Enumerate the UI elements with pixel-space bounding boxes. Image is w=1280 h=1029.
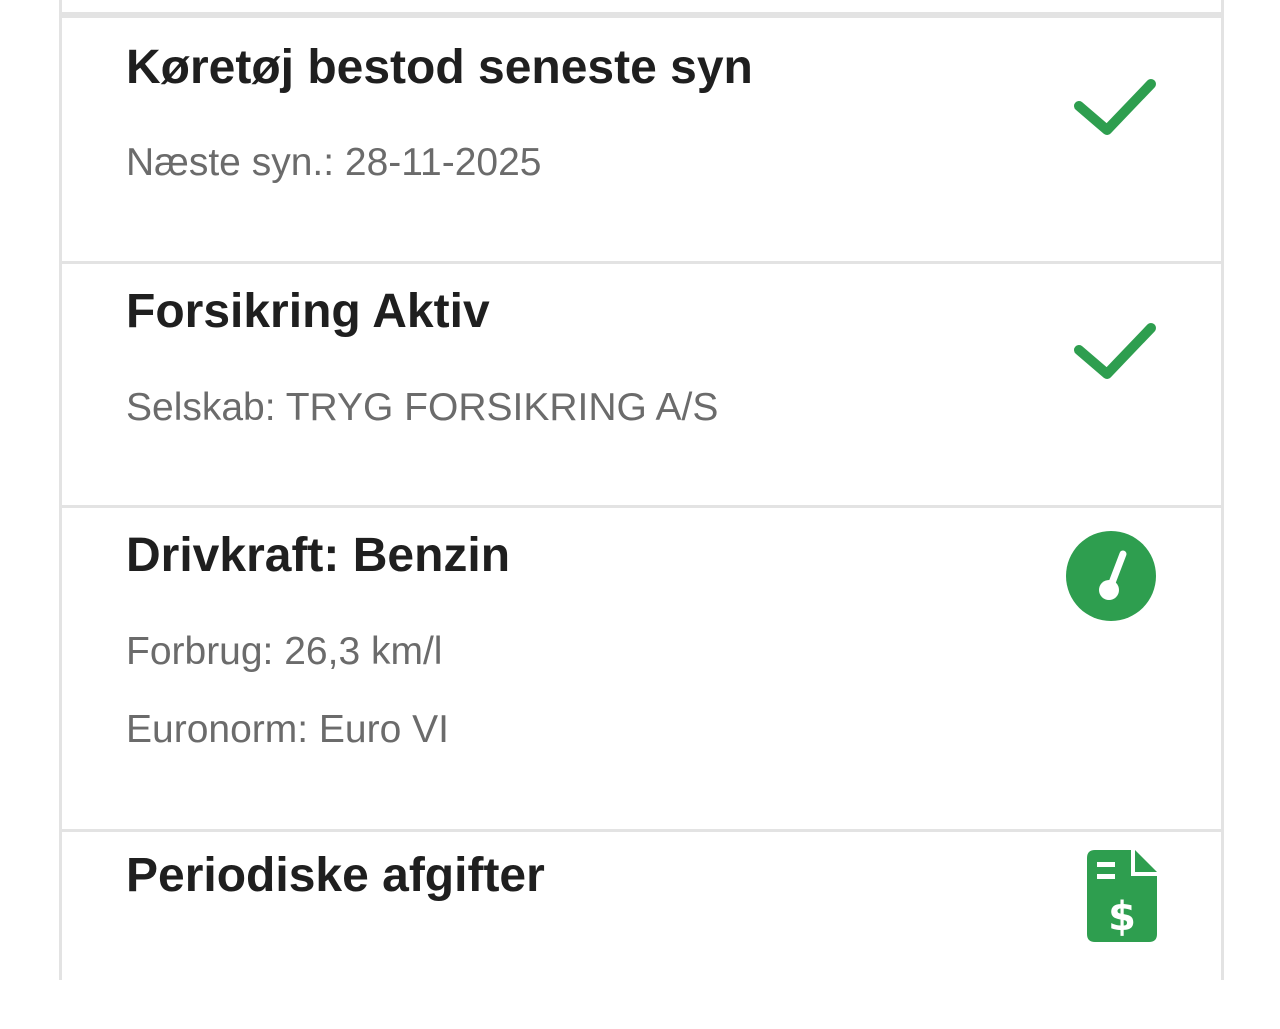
speedometer-icon bbox=[1066, 531, 1156, 621]
list-item-taxes[interactable]: Periodiske afgifter $ bbox=[62, 829, 1221, 1029]
item-title: Drivkraft: Benzin bbox=[126, 529, 511, 582]
check-icon bbox=[1074, 79, 1156, 135]
item-detail-euronorm: Euronorm: Euro VI bbox=[126, 708, 449, 751]
item-detail: Næste syn.: 28-11-2025 bbox=[126, 141, 542, 184]
list-item-insurance[interactable]: Forsikring Aktiv Selskab: TRYG FORSIKRIN… bbox=[62, 261, 1221, 505]
invoice-dollar-icon: $ bbox=[1087, 850, 1157, 942]
item-detail-consumption: Forbrug: 26,3 km/l bbox=[126, 630, 443, 673]
item-title: Periodiske afgifter bbox=[126, 849, 545, 902]
item-title: Køretøj bestod seneste syn bbox=[126, 41, 753, 94]
item-detail: Selskab: TRYG FORSIKRING A/S bbox=[126, 386, 719, 429]
list-item-fuel[interactable]: Drivkraft: Benzin Forbrug: 26,3 km/l Eur… bbox=[62, 505, 1221, 829]
list-item-inspection[interactable]: Køretøj bestod seneste syn Næste syn.: 2… bbox=[62, 15, 1221, 261]
check-icon bbox=[1074, 323, 1156, 379]
svg-text:$: $ bbox=[1108, 894, 1136, 940]
vehicle-status-list: Køretøj bestod seneste syn Næste syn.: 2… bbox=[59, 0, 1224, 980]
item-title: Forsikring Aktiv bbox=[126, 285, 490, 338]
